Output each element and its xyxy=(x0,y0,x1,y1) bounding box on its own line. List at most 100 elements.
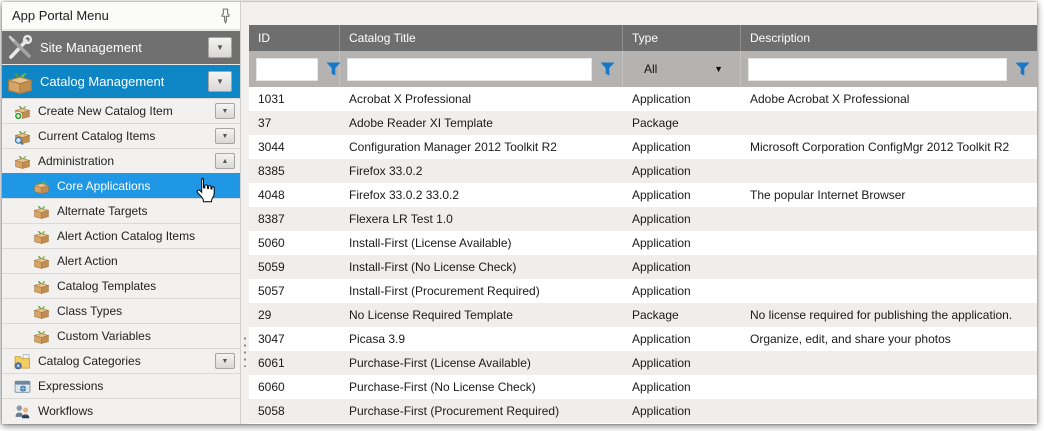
cell-type: Application xyxy=(623,255,741,279)
cell-title: Adobe Reader XI Template xyxy=(340,111,623,135)
expander-down-icon[interactable]: ▼ xyxy=(215,353,235,369)
cell-title: Install-First (No License Check) xyxy=(340,255,623,279)
column-header-title[interactable]: Catalog Title xyxy=(340,25,623,51)
sidebar-item-catalog-categories[interactable]: Catalog Categories ▼ xyxy=(2,348,240,373)
cell-description xyxy=(741,351,1037,375)
cell-description xyxy=(741,375,1037,399)
filter-funnel-icon[interactable] xyxy=(600,62,615,76)
cell-type: Application xyxy=(623,87,741,111)
sidebar-item-current-catalog-items[interactable]: Current Catalog Items▼ xyxy=(2,123,240,148)
cell-description: Adobe Acrobat X Professional xyxy=(741,87,1037,111)
content-top-strip xyxy=(249,2,1037,25)
table-row[interactable]: 5057Install-First (Procurement Required)… xyxy=(249,279,1037,303)
table-row[interactable]: 5058Purchase-First (Procurement Required… xyxy=(249,399,1037,423)
cell-type: Application xyxy=(623,279,741,303)
cell-description: The popular Internet Browser xyxy=(741,183,1037,207)
expander-up-icon[interactable]: ▲ xyxy=(215,153,235,169)
sidebar-item-catalog-management[interactable]: Catalog Management ▼ xyxy=(2,64,240,98)
title-filter-input[interactable] xyxy=(347,58,592,81)
cell-type: Application xyxy=(623,135,741,159)
sidebar-item-catalog-templates[interactable]: Catalog Templates xyxy=(2,273,240,298)
filter-funnel-icon[interactable] xyxy=(1015,62,1030,76)
cell-id: 5059 xyxy=(249,255,340,279)
sidebar-item-workflows[interactable]: Workflows xyxy=(2,398,240,423)
expander-down-icon[interactable]: ▼ xyxy=(208,37,232,58)
sidebar-item-class-types[interactable]: Class Types xyxy=(2,298,240,323)
table-row[interactable]: 8385Firefox 33.0.2Application xyxy=(249,159,1037,183)
column-header-id[interactable]: ID xyxy=(249,25,340,51)
folder-gear-icon xyxy=(14,353,31,370)
table-row[interactable]: 6061Purchase-First (License Available)Ap… xyxy=(249,351,1037,375)
workflows-icon xyxy=(14,403,31,420)
sidebar-item-expressions[interactable]: Expressions xyxy=(2,373,240,398)
sidebar-item-custom-variables[interactable]: Custom Variables xyxy=(2,323,240,348)
cell-description xyxy=(741,111,1037,135)
column-header-description[interactable]: Description xyxy=(741,25,1037,51)
sidebar-item-label: Core Applications xyxy=(57,179,150,193)
sidebar-item-alert-action[interactable]: Alert Action xyxy=(2,248,240,273)
type-filter-dropdown[interactable]: All ▼ xyxy=(630,62,733,76)
window-body: App Portal Menu Site Management▼Catalog … xyxy=(2,2,1037,424)
cell-id: 5058 xyxy=(249,399,340,423)
grid-header: ID Catalog Title Type Description xyxy=(249,25,1037,51)
cell-title: Purchase-First (No License Check) xyxy=(340,375,623,399)
table-row[interactable]: 29No License Required TemplatePackageNo … xyxy=(249,303,1037,327)
cell-description: Organize, edit, and share your photos xyxy=(741,327,1037,351)
cell-description xyxy=(741,255,1037,279)
cell-description xyxy=(741,207,1037,231)
table-row[interactable]: 8387Flexera LR Test 1.0Application xyxy=(249,207,1037,231)
id-filter-input[interactable] xyxy=(256,58,318,81)
sidebar-item-label: Administration xyxy=(38,154,114,168)
cell-description xyxy=(741,399,1037,423)
table-row[interactable]: 3044Configuration Manager 2012 Toolkit R… xyxy=(249,135,1037,159)
cell-description: No license required for publishing the a… xyxy=(741,303,1037,327)
cell-id: 6061 xyxy=(249,351,340,375)
sidebar-item-administration[interactable]: Administration ▲ xyxy=(2,148,240,173)
sidebar-item-label: Workflows xyxy=(38,404,93,418)
sidebar-item-alternate-targets[interactable]: Alternate Targets xyxy=(2,198,240,223)
cell-title: Flexera LR Test 1.0 xyxy=(340,207,623,231)
cell-title: No License Required Template xyxy=(340,303,623,327)
cell-id: 4048 xyxy=(249,183,340,207)
column-header-type[interactable]: Type xyxy=(623,25,741,51)
cell-title: Firefox 33.0.2 xyxy=(340,159,623,183)
sidebar-item-label: Custom Variables xyxy=(57,329,151,343)
cell-title: Acrobat X Professional xyxy=(340,87,623,111)
cell-type: Application xyxy=(623,399,741,423)
box-sprout-icon xyxy=(33,303,50,320)
sidebar-item-site-management[interactable]: Site Management▼ xyxy=(2,30,240,64)
sidebar-item-label: Catalog Templates xyxy=(57,279,156,293)
sidebar-item-alert-action-catalog-items[interactable]: Alert Action Catalog Items xyxy=(2,223,240,248)
description-filter-input[interactable] xyxy=(748,58,1007,81)
table-row[interactable]: 5059Install-First (No License Check)Appl… xyxy=(249,255,1037,279)
expander-down-icon[interactable]: ▼ xyxy=(215,128,235,144)
table-row[interactable]: 4048Firefox 33.0.2 33.0.2ApplicationThe … xyxy=(249,183,1037,207)
table-row[interactable]: 37Adobe Reader XI TemplatePackage xyxy=(249,111,1037,135)
sidebar-item-core-applications[interactable]: Core Applications xyxy=(2,173,240,198)
sidebar-item-label: Catalog Management xyxy=(40,74,164,89)
sidebar-item-create-new-catalog-item[interactable]: Create New Catalog Item ▼ xyxy=(2,98,240,123)
table-row[interactable]: 6060Purchase-First (No License Check)App… xyxy=(249,375,1037,399)
cell-id: 5060 xyxy=(249,231,340,255)
box-sprout-icon xyxy=(33,178,50,195)
splitter-handle[interactable] xyxy=(241,2,249,424)
cell-id: 8387 xyxy=(249,207,340,231)
table-row[interactable]: 5060Install-First (License Available)App… xyxy=(249,231,1037,255)
cell-description: Microsoft Corporation ConfigMgr 2012 Too… xyxy=(741,135,1037,159)
sidebar-item-label: Create New Catalog Item xyxy=(38,104,173,118)
expander-down-icon[interactable]: ▼ xyxy=(208,71,232,92)
cell-type: Application xyxy=(623,183,741,207)
table-row[interactable]: 3047Picasa 3.9ApplicationOrganize, edit,… xyxy=(249,327,1037,351)
cell-id: 37 xyxy=(249,111,340,135)
cell-description xyxy=(741,279,1037,303)
pushpin-icon[interactable] xyxy=(220,8,231,24)
cell-title: Purchase-First (License Available) xyxy=(340,351,623,375)
table-body: 1031Acrobat X ProfessionalApplicationAdo… xyxy=(249,87,1037,424)
sidebar-item-label: Catalog Categories xyxy=(38,354,141,368)
table-row[interactable]: 1031Acrobat X ProfessionalApplicationAdo… xyxy=(249,87,1037,111)
cell-id: 1031 xyxy=(249,87,340,111)
expander-down-icon[interactable]: ▼ xyxy=(215,103,235,119)
splitter-grip-icon xyxy=(243,335,247,367)
filter-funnel-icon[interactable] xyxy=(326,62,341,76)
type-filter-value: All xyxy=(644,62,657,76)
